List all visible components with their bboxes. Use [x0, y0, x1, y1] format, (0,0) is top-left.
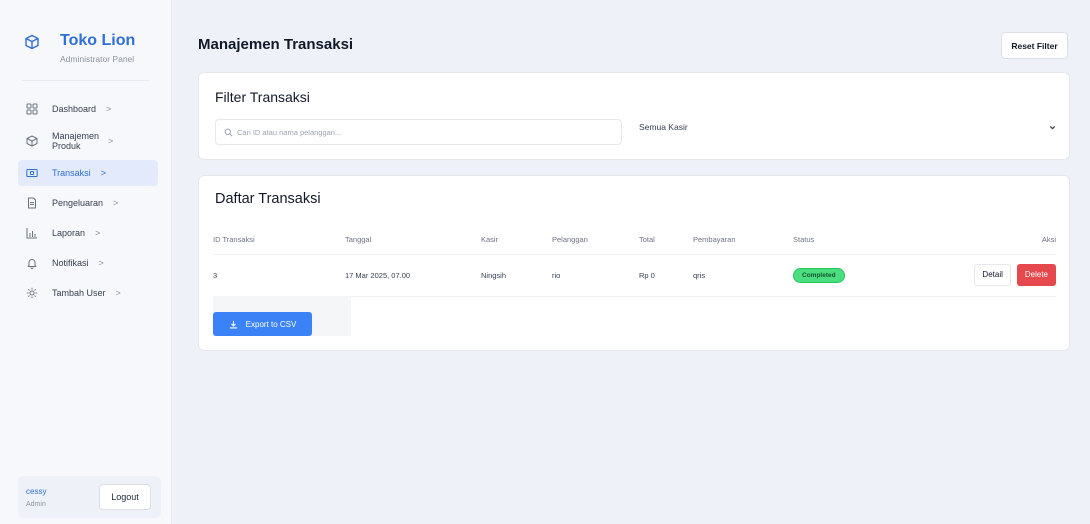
sidebar-item-laporan[interactable]: Laporan >: [18, 220, 158, 246]
column-header-date: Tanggal: [345, 226, 481, 255]
cashier-select[interactable]: Semua Kasir: [632, 117, 1057, 137]
cell-status: Completed: [793, 254, 933, 297]
bell-icon: [27, 259, 37, 269]
logout-button[interactable]: Logout: [99, 484, 151, 510]
export-csv-button[interactable]: Export to CSV: [213, 312, 312, 336]
cell-cashier: Ningsih: [481, 254, 552, 297]
brand: Toko Lion Administrator Panel: [24, 32, 135, 64]
column-header-actions: Aksi: [933, 226, 1056, 255]
filter-card: Filter Transaksi Semua Kasir: [198, 72, 1070, 160]
sidebar-item-dashboard[interactable]: Dashboard >: [18, 96, 158, 122]
page-title: Manajemen Transaksi: [198, 36, 354, 53]
sidebar-item-label: Manajemen Produk: [52, 131, 100, 151]
cell-customer: rio: [552, 254, 639, 297]
status-badge: Completed: [793, 267, 845, 283]
cell-payment: qris: [693, 254, 793, 297]
table-row: 3 17 Mar 2025, 07.00 Ningsih rio Rp 0 qr…: [213, 254, 1056, 297]
chevron-down-icon: [1049, 125, 1056, 130]
transactions-title: Daftar Transaksi: [215, 191, 321, 207]
cell-total: Rp 0: [639, 254, 693, 297]
column-header-cashier: Kasir: [481, 226, 552, 255]
search-icon: [224, 128, 233, 136]
cashier-select-value: Semua Kasir: [639, 122, 688, 132]
card-icon: [26, 169, 38, 177]
divider: [22, 80, 149, 81]
filter-title: Filter Transaksi: [215, 89, 310, 105]
delete-button[interactable]: Delete: [1016, 264, 1056, 286]
gear-icon: [26, 287, 38, 299]
transactions-table: ID Transaksi Tanggal Kasir Pelanggan Tot…: [213, 226, 1056, 297]
sidebar-item-label: Laporan: [52, 228, 86, 238]
export-csv-label: Export to CSV: [245, 319, 297, 329]
search-input[interactable]: [237, 127, 617, 137]
column-header-payment: Pembayaran: [693, 226, 793, 255]
sidebar-item-label: Tambah User: [52, 288, 106, 298]
column-header-id: ID Transaksi: [213, 226, 345, 255]
chevron-right-icon: >: [95, 228, 101, 238]
box-logo-icon: [25, 34, 39, 50]
sidebar-item-label: Notifikasi: [52, 258, 89, 268]
chevron-right-icon: >: [108, 136, 114, 146]
download-icon: [229, 320, 237, 328]
brand-title: Toko Lion: [60, 32, 136, 49]
detail-button[interactable]: Detail: [974, 264, 1011, 286]
brand-subtitle: Administrator Panel: [60, 54, 135, 64]
chevron-right-icon: >: [115, 288, 121, 298]
chevron-right-icon: >: [100, 168, 106, 178]
chevron-right-icon: >: [113, 198, 119, 208]
cell-actions: Detail Delete: [933, 254, 1056, 297]
sidebar-item-label: Transaksi: [52, 168, 91, 178]
sidebar-item-label: Pengeluaran: [52, 198, 104, 208]
sidebar-nav: Dashboard > Manajemen Produk > Transaksi…: [18, 96, 158, 310]
export-area: Export to CSV: [213, 296, 351, 336]
reset-filter-button[interactable]: Reset Filter: [1001, 32, 1068, 59]
column-header-status: Status: [793, 226, 933, 255]
sidebar-item-tambah-user[interactable]: Tambah User >: [18, 280, 158, 306]
chevron-right-icon: >: [106, 104, 112, 114]
user-role: Admin: [26, 501, 46, 508]
sidebar-item-manajemen-produk[interactable]: Manajemen Produk >: [18, 126, 158, 156]
column-header-customer: Pelanggan: [552, 226, 639, 255]
cell-id: 3: [213, 254, 345, 297]
chevron-right-icon: >: [98, 258, 104, 268]
dashboard-grid-icon: [26, 103, 38, 115]
search-box: [215, 119, 622, 145]
cell-date: 17 Mar 2025, 07.00: [345, 254, 481, 297]
column-header-total: Total: [639, 226, 693, 255]
sidebar-item-label: Dashboard: [52, 104, 97, 114]
transactions-card: Daftar Transaksi ID Transaksi Tanggal Ka…: [198, 175, 1070, 351]
user-name: cessy: [26, 487, 47, 496]
table-header-row: ID Transaksi Tanggal Kasir Pelanggan Tot…: [213, 226, 1056, 255]
sidebar-item-transaksi[interactable]: Transaksi >: [18, 160, 158, 186]
document-icon: [28, 197, 36, 209]
sidebar-item-pengeluaran[interactable]: Pengeluaran >: [18, 190, 158, 216]
box-icon: [26, 135, 38, 147]
sidebar-item-notifikasi[interactable]: Notifikasi >: [18, 250, 158, 276]
chart-icon: [26, 228, 37, 239]
sidebar: Toko Lion Administrator Panel Dashboard …: [0, 0, 172, 524]
user-panel: cessy Admin Logout: [18, 476, 161, 518]
